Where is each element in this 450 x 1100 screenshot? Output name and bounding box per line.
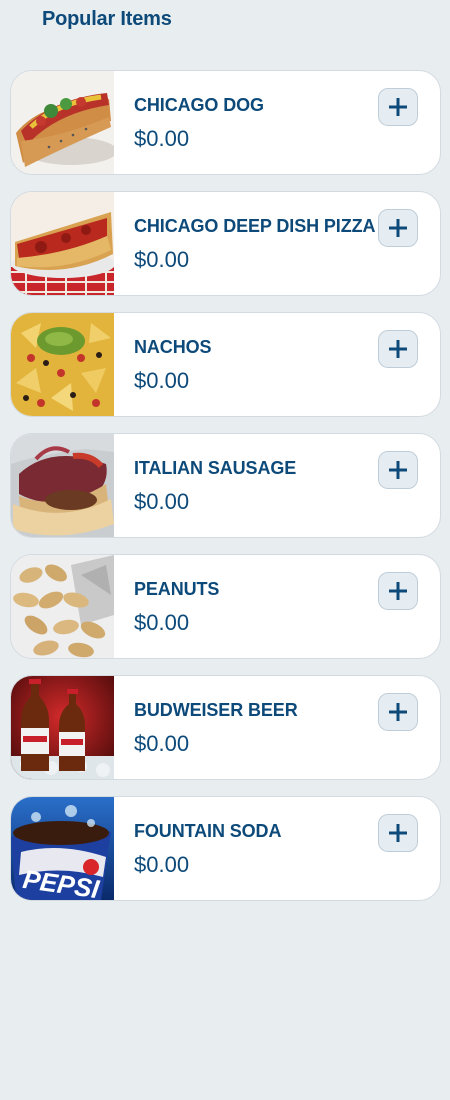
item-list: CHICAGO DOG $0.00 CHICAGO DEEP DISH PIZZ… <box>10 70 441 917</box>
plus-icon <box>389 98 407 116</box>
item-name: ITALIAN SAUSAGE <box>134 458 297 478</box>
add-button[interactable] <box>378 814 418 852</box>
menu-item-chicago-dog[interactable]: CHICAGO DOG $0.00 <box>10 70 441 175</box>
add-button[interactable] <box>378 209 418 247</box>
item-name: NACHOS <box>134 337 212 357</box>
section-title: Popular Items <box>42 8 172 30</box>
item-price: $0.00 <box>134 247 190 272</box>
menu-item-chicago-deep-dish-pizza[interactable]: CHICAGO DEEP DISH PIZZA $0.00 <box>10 191 441 296</box>
plus-icon <box>389 824 407 842</box>
add-button[interactable] <box>378 330 418 368</box>
add-button[interactable] <box>378 572 418 610</box>
nachos-image <box>11 313 114 416</box>
add-button[interactable] <box>378 451 418 489</box>
item-name: BUDWEISER BEER <box>134 700 298 720</box>
plus-icon <box>389 582 407 600</box>
item-price: $0.00 <box>134 489 190 514</box>
hot-dog-image <box>11 71 114 174</box>
item-name: CHICAGO DEEP DISH PIZZA <box>134 216 376 236</box>
plus-icon <box>389 340 407 358</box>
item-price: $0.00 <box>134 126 190 151</box>
item-name: PEANUTS <box>134 579 220 599</box>
menu-item-fountain-soda[interactable]: PEPSI FOUNTAIN SODA $0.00 <box>10 796 441 901</box>
item-price: $0.00 <box>134 852 190 877</box>
plus-icon <box>389 703 407 721</box>
beer-bottles-image <box>11 676 114 779</box>
plus-icon <box>389 461 407 479</box>
menu-item-italian-sausage[interactable]: ITALIAN SAUSAGE $0.00 <box>10 433 441 538</box>
deep-dish-pizza-image <box>11 192 114 295</box>
peanuts-image <box>11 555 114 658</box>
add-button[interactable] <box>378 88 418 126</box>
item-price: $0.00 <box>134 610 190 635</box>
item-price: $0.00 <box>134 368 190 393</box>
plus-icon <box>389 219 407 237</box>
add-button[interactable] <box>378 693 418 731</box>
italian-sausage-image <box>11 434 114 537</box>
item-name: FOUNTAIN SODA <box>134 821 282 841</box>
menu-item-budweiser-beer[interactable]: BUDWEISER BEER $0.00 <box>10 675 441 780</box>
menu-item-peanuts[interactable]: PEANUTS $0.00 <box>10 554 441 659</box>
item-price: $0.00 <box>134 731 190 756</box>
soda-cup-image: PEPSI <box>11 797 114 900</box>
menu-item-nachos[interactable]: NACHOS $0.00 <box>10 312 441 417</box>
item-name: CHICAGO DOG <box>134 95 264 115</box>
